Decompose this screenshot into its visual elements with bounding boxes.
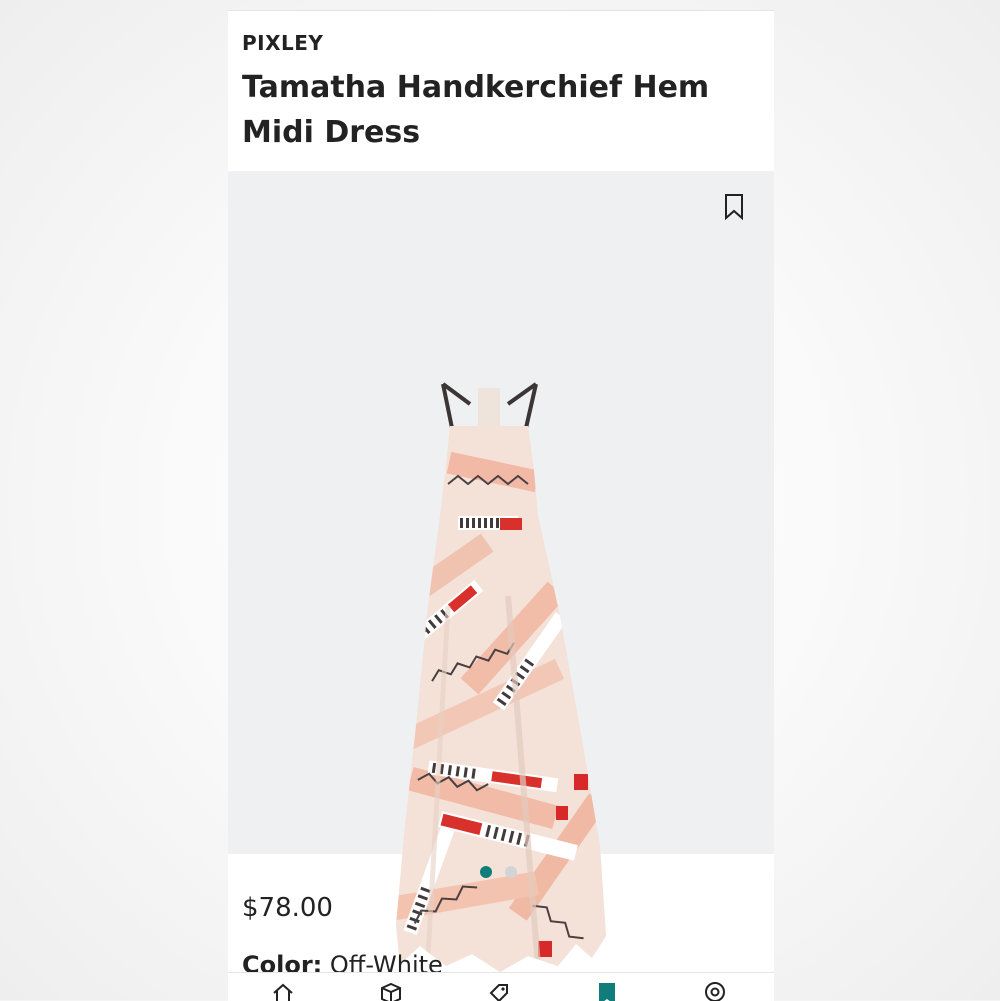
product-image (396, 382, 606, 972)
tab-tag[interactable] (482, 981, 516, 1001)
tab-home[interactable] (266, 981, 300, 1001)
product-image-gallery[interactable] (228, 171, 774, 972)
box-icon (381, 982, 401, 1001)
brand-name[interactable]: PIXLEY (242, 31, 323, 55)
gallery-dot-2[interactable] (505, 866, 517, 878)
home-icon (273, 983, 293, 1001)
location-icon (705, 982, 725, 1001)
bookmark-icon (599, 983, 615, 1001)
gallery-dot-1[interactable] (480, 866, 492, 878)
bottom-tab-bar (228, 972, 774, 1001)
product-price: $78.00 (242, 893, 333, 923)
product-screen: PIXLEY Tamatha Handkerchief Hem Midi Dre… (228, 10, 774, 1001)
product-title: Tamatha Handkerchief Hem Midi Dress (242, 70, 710, 150)
tab-saved[interactable] (590, 981, 624, 1001)
save-bookmark-button[interactable] (718, 191, 750, 223)
tab-box[interactable] (374, 981, 408, 1001)
gallery-pagination (480, 866, 517, 878)
tag-icon (489, 984, 508, 1001)
bookmark-icon (725, 194, 743, 221)
tab-location[interactable] (698, 981, 732, 1001)
